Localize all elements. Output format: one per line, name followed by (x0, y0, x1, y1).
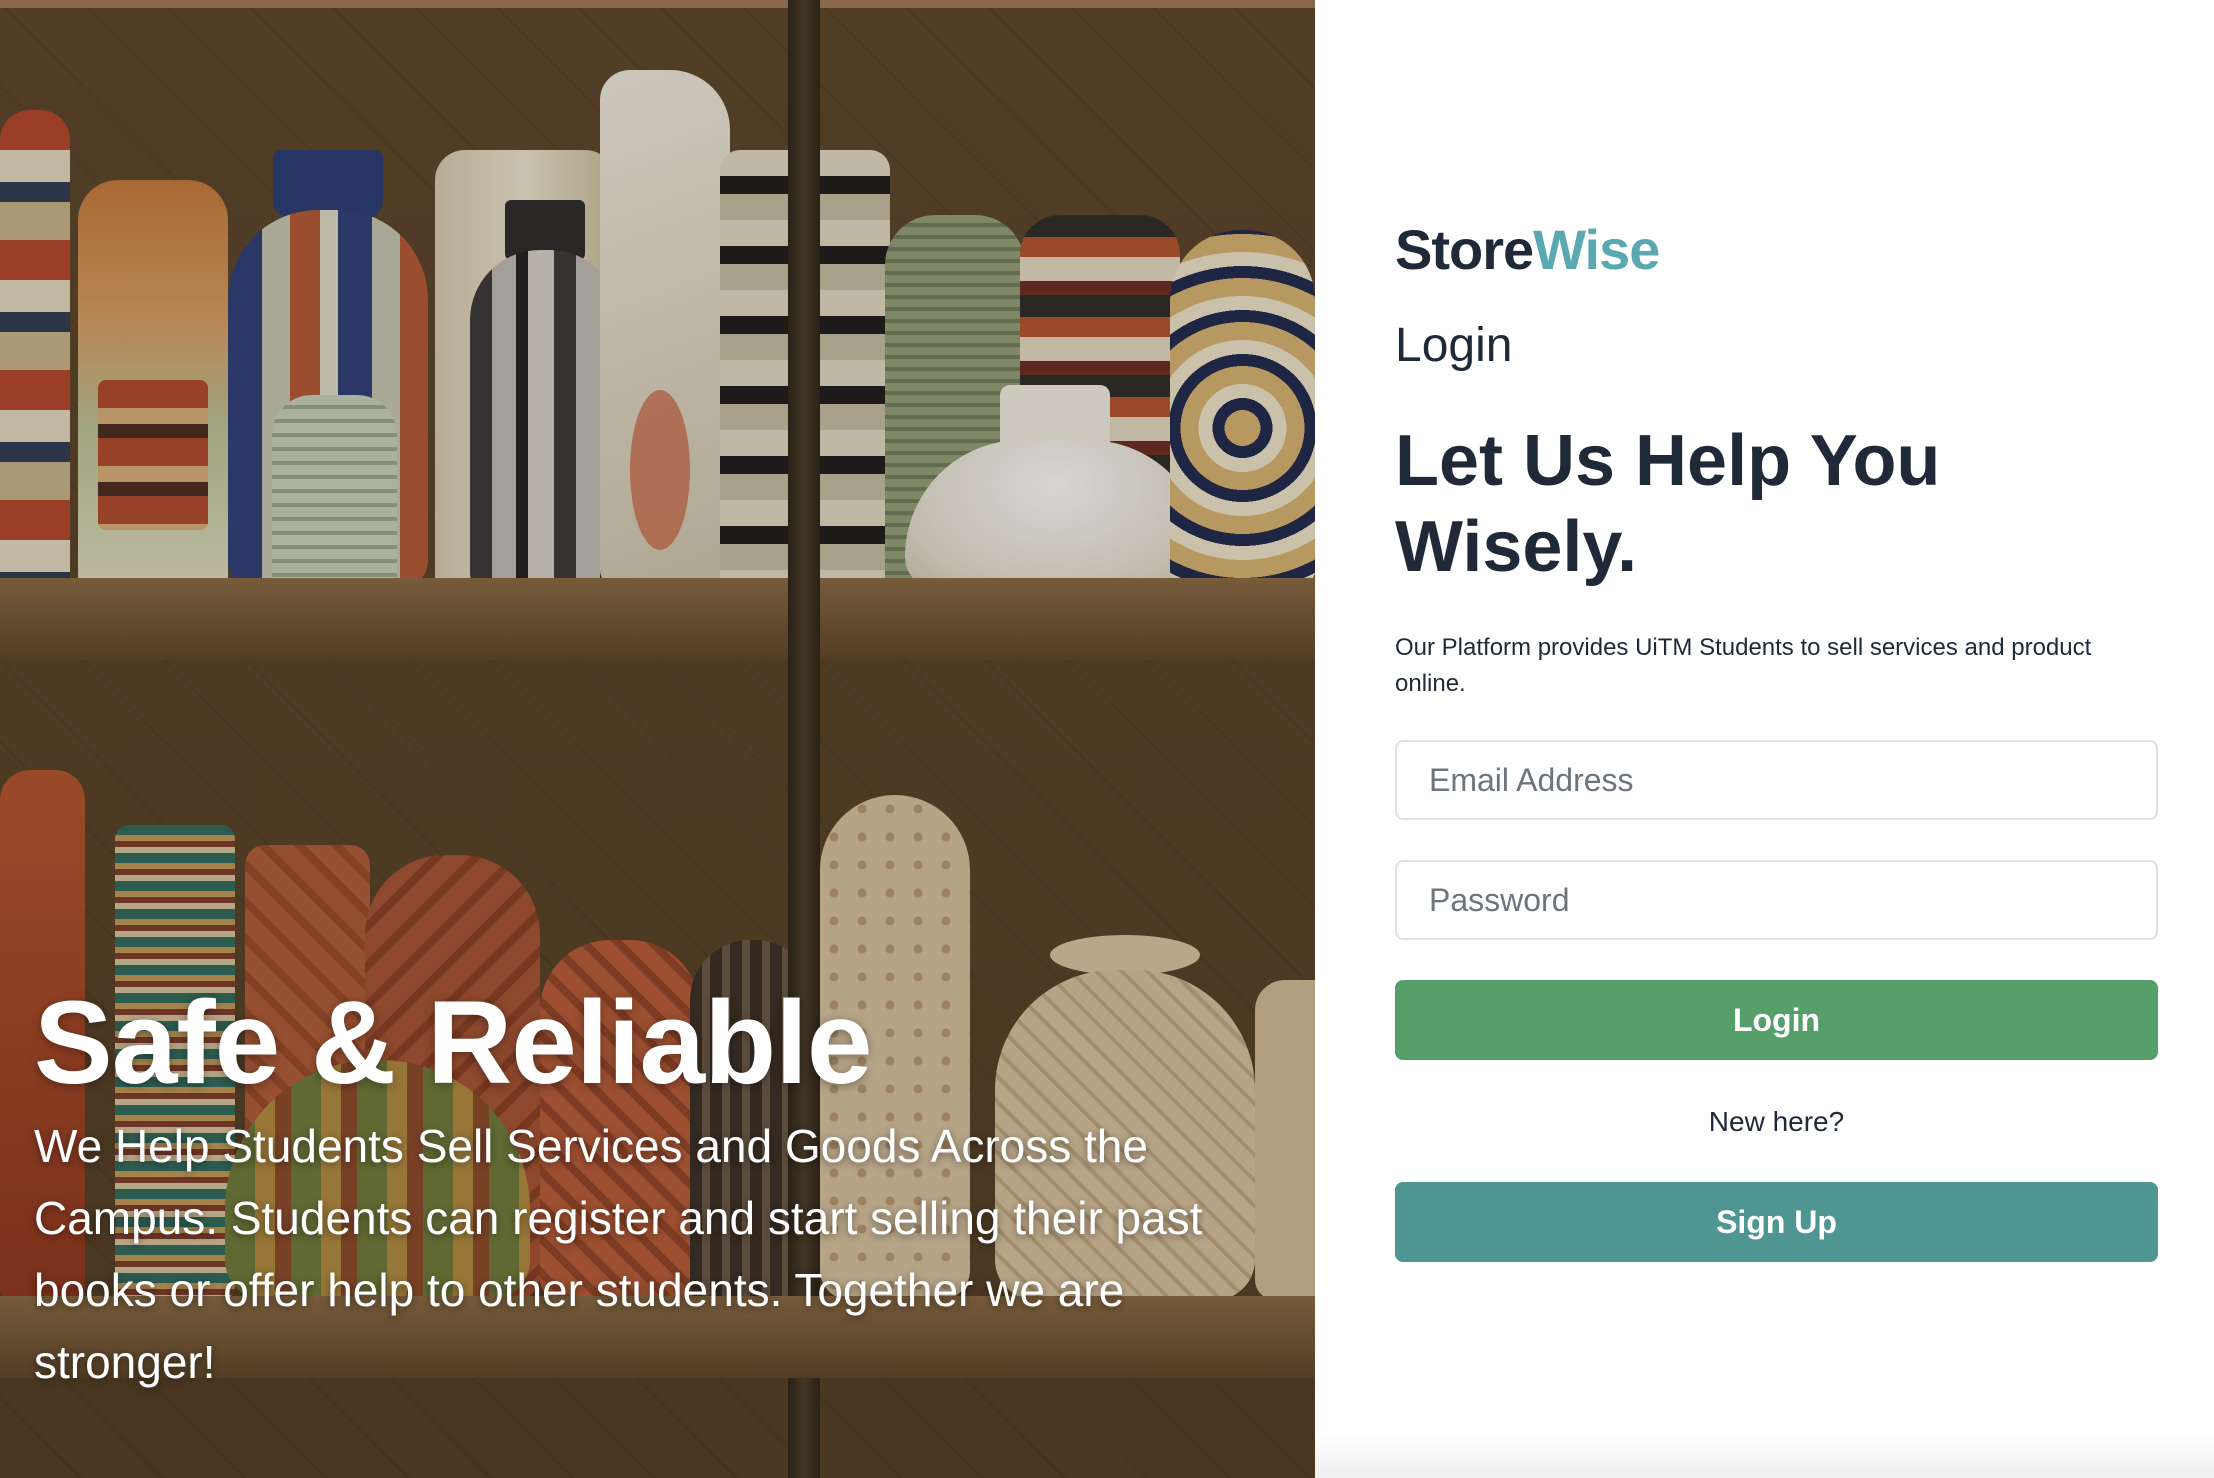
password-field[interactable] (1395, 860, 2158, 940)
panel-bottom-edge (1315, 1432, 2214, 1478)
hero-description: We Help Students Sell Services and Goods… (34, 1120, 1203, 1388)
new-here-text: New here? (1708, 1106, 1845, 1137)
hero-panel: Safe & Reliable We Help Students Sell Se… (0, 0, 1315, 1478)
sign-up-button[interactable]: Sign Up (1395, 1182, 2158, 1262)
email-field[interactable] (1395, 740, 2158, 820)
brand-logo-part2: Wise (1533, 218, 1660, 281)
login-panel: StoreWise Login Let Us Help You Wisely. … (1315, 0, 2214, 1478)
brand-logo-part1: Store (1395, 218, 1534, 281)
platform-description: Our Platform provides UiTM Students to s… (1395, 634, 2092, 697)
brand-logo: StoreWise (1395, 218, 1660, 282)
hero-copy: Safe & Reliable We Help Students Sell Se… (34, 980, 1294, 1398)
login-button[interactable]: Login (1395, 980, 2158, 1060)
hero-title: Safe & Reliable (34, 977, 873, 1109)
login-heading: Login (1395, 319, 1513, 372)
page-headline: Let Us Help You Wisely. (1395, 421, 1941, 587)
